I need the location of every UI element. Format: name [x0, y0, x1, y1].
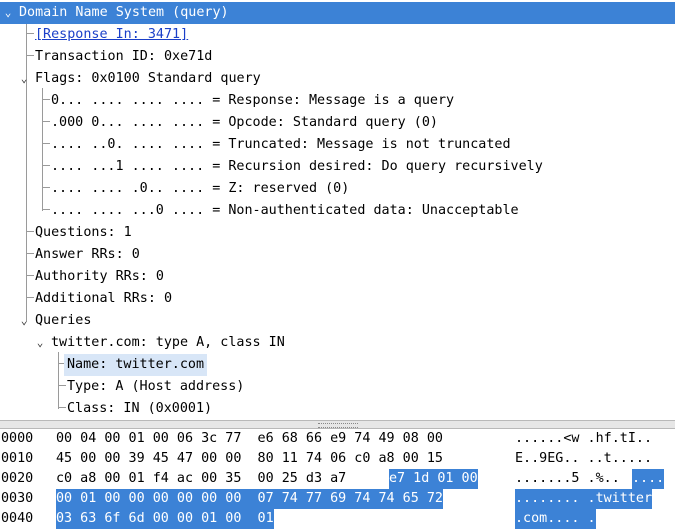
packet-details-tree: ⌄ Domain Name System (query) [Response I…: [0, 0, 675, 420]
tree-node-label: Name: twitter.com: [64, 354, 208, 376]
hex-ascii-selected[interactable]: .com.... .: [515, 509, 596, 529]
tree-node-flag-recursion-desired[interactable]: .... ...1 .... .... = Recursion desired:…: [0, 156, 675, 178]
hex-row[interactable]: 0000 00 04 00 01 00 06 3c 77 e6 68 66 e9…: [0, 429, 652, 449]
pane-splitter[interactable]: [0, 420, 675, 429]
hex-row[interactable]: 0010 45 00 00 39 45 47 00 00 80 11 74 06…: [0, 449, 652, 469]
tree-node-flag-z[interactable]: .... .... .0.. .... = Z: reserved (0): [0, 178, 675, 200]
tree-node-label: .000 0... .... .... = Opcode: Standard q…: [51, 115, 438, 130]
tree-node-label: twitter.com: type A, class IN: [51, 335, 285, 350]
chevron-down-icon[interactable]: ⌄: [2, 2, 14, 24]
hex-ascii[interactable]: ......<w .hf.tI..: [515, 429, 652, 449]
tree-node-flag-response[interactable]: 0... .... .... .... = Response: Message …: [0, 90, 675, 112]
tree-node-flag-truncated[interactable]: .... ..0. .... .... = Truncated: Message…: [0, 134, 675, 156]
hex-offset: 0000: [1, 431, 34, 446]
hex-ascii-selected[interactable]: ....: [632, 469, 665, 489]
hex-offset: 0020: [1, 471, 34, 486]
hex-ascii-selected[interactable]: ........ .twitter: [515, 489, 653, 509]
hex-row[interactable]: 0040 03 63 6f 6d 00 00 01 00 01 .com....…: [0, 509, 596, 529]
hex-row[interactable]: 0020 c0 a8 00 01 f4 ac 00 35 00 25 d3 a7…: [0, 469, 665, 489]
tree-node-flags[interactable]: ⌄ Flags: 0x0100 Standard query: [0, 68, 675, 90]
tree-node-label: Domain Name System (query): [19, 5, 229, 20]
tree-node-label: 0... .... .... .... = Response: Message …: [51, 93, 455, 108]
tree-node-transaction-id[interactable]: Transaction ID: 0xe71d: [0, 46, 675, 68]
tree-node-queries[interactable]: ⌄ Queries: [0, 310, 675, 332]
tree-node-label: Type: A (Host address): [67, 379, 245, 394]
tree-node-label: .... .... ...0 .... = Non-authenticated …: [51, 203, 519, 218]
tree-node-label: Answer RRs: 0: [35, 247, 140, 262]
tree-node-label: Questions: 1: [35, 225, 132, 240]
hex-bytes-selected[interactable]: 00 01 00 00 00 00 00 00 07 74 77 69 74 7…: [56, 489, 443, 509]
tree-node-dns[interactable]: ⌄ Domain Name System (query): [0, 2, 675, 24]
hex-bytes[interactable]: 45 00 00 39 45 47 00 00 80 11 74 06 c0 a…: [56, 449, 443, 469]
hex-bytes[interactable]: 00 04 00 01 00 06 3c 77 e6 68 66 e9 74 4…: [56, 429, 443, 449]
tree-node-label: .... ..0. .... .... = Truncated: Message…: [51, 137, 511, 152]
tree-node-label: Transaction ID: 0xe71d: [35, 49, 213, 64]
tree-node-flag-opcode[interactable]: .000 0... .... .... = Opcode: Standard q…: [0, 112, 675, 134]
chevron-down-icon[interactable]: ⌄: [34, 332, 46, 354]
hex-bytes-selected[interactable]: 03 63 6f 6d 00 00 01 00 01: [56, 509, 274, 529]
tree-node-label: Queries: [35, 313, 92, 328]
response-in-link[interactable]: [Response In: 3471]: [35, 24, 188, 46]
tree-node-query-name[interactable]: Name: twitter.com: [0, 354, 675, 376]
tree-node-label: Additional RRs: 0: [35, 291, 173, 306]
tree-node-label: Flags: 0x0100 Standard query: [35, 71, 261, 86]
hex-bytes-selected[interactable]: e7 1d 01 00: [389, 469, 478, 489]
tree-node-label: .... ...1 .... .... = Recursion desired:…: [51, 159, 543, 174]
tree-node-authority-rrs[interactable]: Authority RRs: 0: [0, 266, 675, 288]
hex-ascii[interactable]: .......5 .%..: [515, 469, 620, 489]
hex-row[interactable]: 0030 00 01 00 00 00 00 00 00 07 74 77 69…: [0, 489, 653, 509]
hex-bytes[interactable]: c0 a8 00 01 f4 ac 00 35 00 25 d3 a7: [56, 469, 346, 489]
hex-offset: 0010: [1, 451, 34, 466]
tree-node-query-class[interactable]: Class: IN (0x0001): [0, 398, 675, 420]
tree-node-label: .... .... .0.. .... = Z: reserved (0): [51, 181, 350, 196]
chevron-down-icon[interactable]: ⌄: [18, 310, 30, 332]
tree-node-label: Class: IN (0x0001): [67, 401, 213, 416]
tree-node-flag-non-authenticated[interactable]: .... .... ...0 .... = Non-authenticated …: [0, 200, 675, 222]
tree-node-label: Authority RRs: 0: [35, 269, 164, 284]
hex-offset: 0030: [1, 491, 34, 506]
tree-node-response-in[interactable]: [Response In: 3471]: [0, 24, 675, 46]
hex-ascii[interactable]: E..9EG.. ..t.....: [515, 449, 652, 469]
hex-offset: 0040: [1, 511, 34, 526]
tree-node-additional-rrs[interactable]: Additional RRs: 0: [0, 288, 675, 310]
tree-node-answer-rrs[interactable]: Answer RRs: 0: [0, 244, 675, 266]
tree-node-query-type[interactable]: Type: A (Host address): [0, 376, 675, 398]
splitter-grip-icon[interactable]: [318, 423, 358, 428]
chevron-down-icon[interactable]: ⌄: [18, 68, 30, 90]
packet-bytes-pane: 0000 00 04 00 01 00 06 3c 77 e6 68 66 e9…: [0, 429, 675, 530]
tree-node-query-twitter[interactable]: ⌄ twitter.com: type A, class IN: [0, 332, 675, 354]
tree-node-questions[interactable]: Questions: 1: [0, 222, 675, 244]
